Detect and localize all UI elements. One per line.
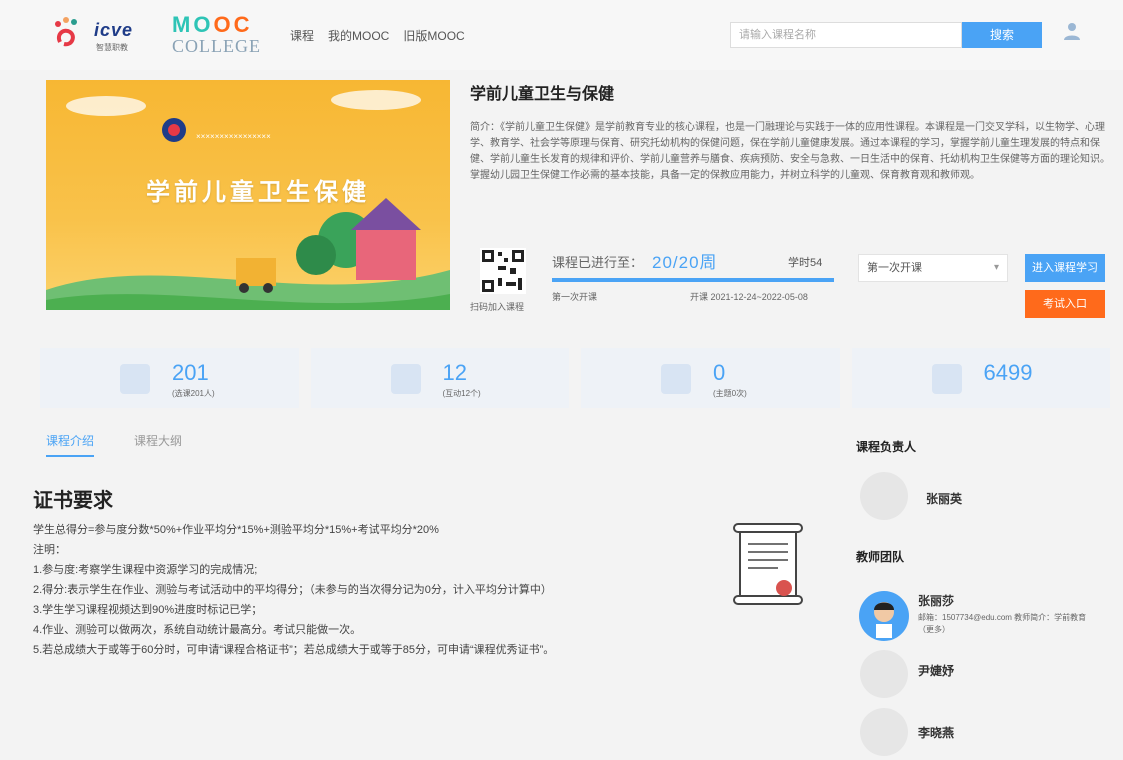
stat-value: 201 <box>172 360 209 385</box>
team-member-name[interactable]: 张丽莎 <box>918 592 954 609</box>
date-range: 开课 2021-12-24~2022-05-08 <box>690 292 808 302</box>
session-select[interactable]: 第一次开课 ▾ <box>858 254 1008 282</box>
search-button[interactable]: 搜索 <box>962 22 1042 48</box>
certificate-line: 5.若总成绩大于或等于60分时，可申请“课程合格证书”；若总成绩大于或等于85分… <box>33 644 555 656</box>
certificate-line: 4.作业、测验可以做两次，系统自动统计最高分。考试只能做一次。 <box>33 624 362 636</box>
stat-students-icon <box>120 364 150 394</box>
progress-value: 20/20周 <box>652 253 718 272</box>
team-member-detail: 邮箱：1507734@edu.com 教师简介：学前教育 （更多） <box>918 613 1087 634</box>
cover-school-name: ×××××××××××××××× <box>196 132 271 141</box>
icve-logo[interactable]: icve 智慧职教 <box>52 14 162 54</box>
stat-topics-icon <box>661 364 691 394</box>
icve-logo-text: icve <box>94 20 134 40</box>
stat-value: 0 <box>713 360 726 385</box>
certificate-line: 3.学生学习课程视频达到90%进度时标记已学； <box>33 604 263 616</box>
stat-card: 201 (选课201人) <box>40 348 299 408</box>
stat-value: 12 <box>442 360 467 385</box>
avatar[interactable] <box>860 650 908 698</box>
certificate-line: 注明： <box>33 544 66 556</box>
team-member-name[interactable]: 尹婕妤 <box>918 662 954 679</box>
avatar[interactable] <box>858 590 910 642</box>
qr-label: 扫码加入课程 <box>470 302 525 312</box>
main-nav: 课程 我的MOOC 旧版MOOC <box>290 27 465 44</box>
stat-views-icon <box>931 364 962 394</box>
stat-interactions-icon <box>390 364 421 394</box>
certificate-requirements: 学生总得分=参与度分数*50%+作业平均分*15%+测验平均分*15%+考试平均… <box>33 520 723 660</box>
qr-code-icon <box>480 248 526 294</box>
certificate-line: 学生总得分=参与度分数*50%+作业平均分*15%+测验平均分*15%+考试平均… <box>33 524 439 536</box>
tab-course-intro[interactable]: 课程介绍 <box>46 432 95 457</box>
progress-bar <box>552 278 834 282</box>
college-wordmark: COLLEGE <box>172 36 261 56</box>
course-cover-image: ×××××××××××××××× 学前儿童卫生保健 <box>46 80 450 310</box>
stat-sub: (互动12个) <box>442 389 481 398</box>
stat-card: 6499 <box>851 348 1110 408</box>
mooc-college-logo[interactable]: MOOC COLLEGE <box>172 12 272 57</box>
nav-item-courses[interactable]: 课程 <box>290 27 314 44</box>
progress-bar-fill <box>552 278 834 282</box>
exam-entry-button[interactable]: 考试入口 <box>1025 290 1105 318</box>
leader-name[interactable]: 张丽英 <box>926 490 962 507</box>
certificate-line: 1.参与度:考察学生课程中资源学习的完成情况; <box>33 564 258 576</box>
user-icon[interactable] <box>1060 18 1084 42</box>
stat-value: 6499 <box>983 360 1033 385</box>
nav-item-my-mooc[interactable]: 我的MOOC <box>328 27 389 44</box>
stat-sub: (主题0次) <box>713 389 747 398</box>
cover-title: 学前儿童卫生保健 <box>146 179 370 206</box>
avatar[interactable] <box>860 708 908 756</box>
certificate-line: 2.得分:表示学生在作业、测验与考试活动中的平均得分；（未参与的当次得分记为0分… <box>33 584 552 596</box>
content-tabs: 课程介绍 课程大纲 <box>46 432 182 457</box>
certificate-scroll-icon <box>733 523 803 605</box>
top-bar: icve 智慧职教 MOOC COLLEGE 课程 我的MOOC 旧版MOOC … <box>0 0 1123 70</box>
team-heading: 教师团队 <box>856 550 905 564</box>
mooc-wordmark: MOOC <box>172 12 250 37</box>
avatar[interactable] <box>860 472 908 520</box>
enter-course-button[interactable]: 进入课程学习 <box>1025 254 1105 282</box>
stat-card: 12 (互动12个) <box>310 348 569 408</box>
team-member-name[interactable]: 李晓燕 <box>918 724 954 741</box>
nav-item-old-mooc[interactable]: 旧版MOOC <box>403 27 464 44</box>
leader-heading: 课程负责人 <box>856 440 917 454</box>
progress-label: 课程已进行至： <box>552 255 644 270</box>
stats-bar: 201 (选课201人) 12 (互动12个) 0 (主题0次) 6499 <box>40 348 1110 408</box>
session-label: 第一次开课 <box>552 292 598 302</box>
hours-label: 学时54 <box>788 257 823 269</box>
session-select-value: 第一次开课 <box>867 262 922 274</box>
course-description: 简介：《学前儿童卫生保健》是学前教育专业的核心课程，也是一门融理论与实践于一体的… <box>470 122 1110 181</box>
stat-sub: (选课201人) <box>172 389 215 398</box>
course-title: 学前儿童卫生与保健 <box>470 86 615 103</box>
chevron-down-icon: ▾ <box>993 262 999 273</box>
icve-logo-mark-icon <box>55 17 77 47</box>
stat-card: 0 (主题0次) <box>581 348 840 408</box>
icve-logo-subtext: 智慧职教 <box>96 43 128 52</box>
certificate-title: 证书要求 <box>33 490 113 512</box>
search-input[interactable]: 请输入课程名称 <box>730 22 962 48</box>
tab-course-outline[interactable]: 课程大纲 <box>134 432 182 457</box>
